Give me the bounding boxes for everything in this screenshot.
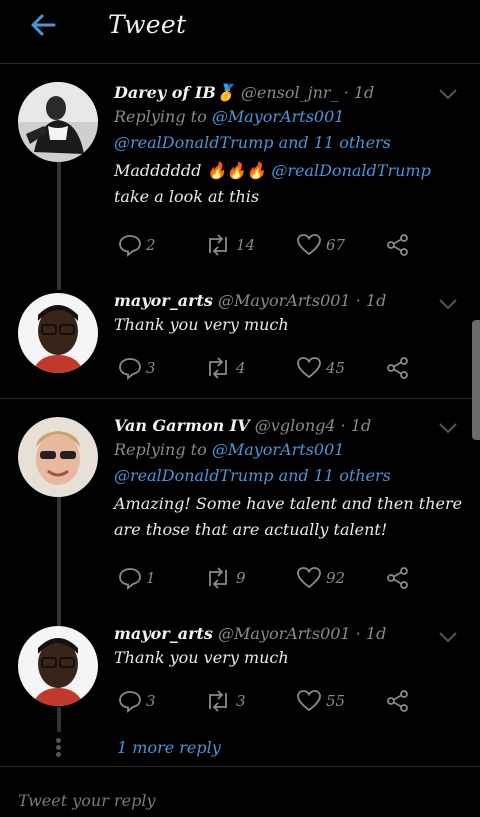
tweet-text: Thank you very much (114, 648, 289, 667)
reply-icon (119, 691, 141, 713)
tweet-actions: 2 14 67 (118, 231, 418, 259)
thread-line (57, 162, 61, 290)
others-link[interactable]: and 11 others (279, 133, 391, 152)
scrollbar[interactable] (472, 320, 480, 440)
reply-icon (119, 568, 141, 590)
tweet-actions: 3 3 55 (118, 687, 418, 715)
page-title: Tweet (108, 10, 187, 39)
reply-icon (119, 235, 141, 257)
reply-button[interactable]: 2 (118, 231, 156, 259)
share-button[interactable] (386, 564, 414, 592)
top-bar: Tweet (0, 0, 480, 64)
mention-link[interactable]: @MayorArts001 (212, 107, 345, 126)
reply-button[interactable]: 3 (118, 354, 156, 382)
like-button[interactable]: 45 (296, 354, 345, 382)
share-button[interactable] (386, 354, 414, 382)
chevron-down-icon[interactable] (438, 422, 458, 434)
timestamp: 1d (365, 624, 387, 643)
heart-icon (297, 357, 321, 379)
tweet-header: mayor_arts @MayorArts001 · 1d (114, 291, 387, 310)
thread-line (57, 497, 61, 627)
display-name[interactable]: mayor_arts (114, 291, 213, 310)
avatar[interactable] (18, 626, 98, 706)
tweet-text: Thank you very much (114, 315, 289, 334)
timestamp: 1d (350, 416, 372, 435)
tweet-actions: 3 4 45 (118, 354, 418, 382)
timestamp: 1d (365, 291, 387, 310)
mention-link[interactable]: @realDonaldTrump (271, 161, 430, 180)
retweet-button[interactable]: 9 (204, 564, 246, 592)
mention-link[interactable]: @realDonaldTrump (114, 133, 273, 152)
reply-input[interactable]: Tweet your reply (18, 791, 155, 810)
mention-link[interactable]: @realDonaldTrump (114, 466, 273, 485)
thread-line (57, 707, 61, 732)
avatar[interactable] (18, 417, 98, 497)
share-icon (387, 567, 408, 589)
tweet-text: Madddddd 🔥🔥🔥 @realDonaldTrump take a loo… (114, 161, 431, 206)
user-handle[interactable]: @MayorArts001 (218, 291, 351, 310)
timestamp: 1d (353, 83, 375, 102)
share-button[interactable] (386, 231, 414, 259)
avatar[interactable] (18, 293, 98, 373)
like-button[interactable]: 67 (296, 231, 345, 259)
reply-context: Replying to @MayorArts001 @realDonaldTru… (114, 440, 391, 485)
share-icon (387, 690, 408, 712)
share-button[interactable] (386, 687, 414, 715)
display-name[interactable]: mayor_arts (114, 624, 213, 643)
reply-context: Replying to @MayorArts001 @realDonaldTru… (114, 107, 391, 152)
retweet-icon (209, 357, 227, 379)
tweet-actions: 1 9 92 (118, 564, 418, 592)
tweet-text: Amazing! Some have talent and then there… (114, 494, 463, 539)
tweet-header: Darey of IB🥇 @ensol_jnr_ · 1d (114, 83, 375, 102)
user-handle[interactable]: @MayorArts001 (218, 624, 351, 643)
medal-badge: 🥇 (215, 83, 236, 102)
tweet-header: Van Garmon IV @vglong4 · 1d (114, 416, 372, 435)
reply-button[interactable]: 1 (118, 564, 156, 592)
more-replies-link[interactable]: 1 more reply (117, 738, 221, 757)
back-arrow-icon[interactable] (26, 8, 60, 42)
divider (0, 398, 480, 399)
retweet-icon (209, 690, 227, 712)
retweet-icon (209, 567, 227, 589)
like-button[interactable]: 55 (296, 687, 345, 715)
reply-composer[interactable]: Tweet your reply (0, 766, 480, 817)
user-handle[interactable]: @vglong4 (255, 416, 336, 435)
retweet-button[interactable]: 3 (204, 687, 246, 715)
share-icon (387, 234, 408, 256)
retweet-button[interactable]: 14 (204, 231, 255, 259)
tweet-header: mayor_arts @MayorArts001 · 1d (114, 624, 387, 643)
reply-icon (119, 358, 141, 380)
retweet-icon (209, 234, 227, 256)
display-name[interactable]: Van Garmon IV (114, 416, 250, 435)
retweet-button[interactable]: 4 (204, 354, 246, 382)
chevron-down-icon[interactable] (438, 88, 458, 100)
others-link[interactable]: and 11 others (279, 466, 391, 485)
chevron-down-icon[interactable] (438, 298, 458, 310)
user-handle[interactable]: @ensol_jnr_ (241, 83, 339, 102)
heart-icon (297, 567, 321, 589)
mention-link[interactable]: @MayorArts001 (212, 440, 345, 459)
display-name[interactable]: Darey of IB (114, 83, 216, 102)
more-dots-icon (56, 738, 62, 760)
heart-icon (297, 690, 321, 712)
heart-icon (297, 234, 321, 256)
share-icon (387, 357, 408, 379)
avatar[interactable] (18, 82, 98, 162)
chevron-down-icon[interactable] (438, 631, 458, 643)
reply-button[interactable]: 3 (118, 687, 156, 715)
like-button[interactable]: 92 (296, 564, 345, 592)
